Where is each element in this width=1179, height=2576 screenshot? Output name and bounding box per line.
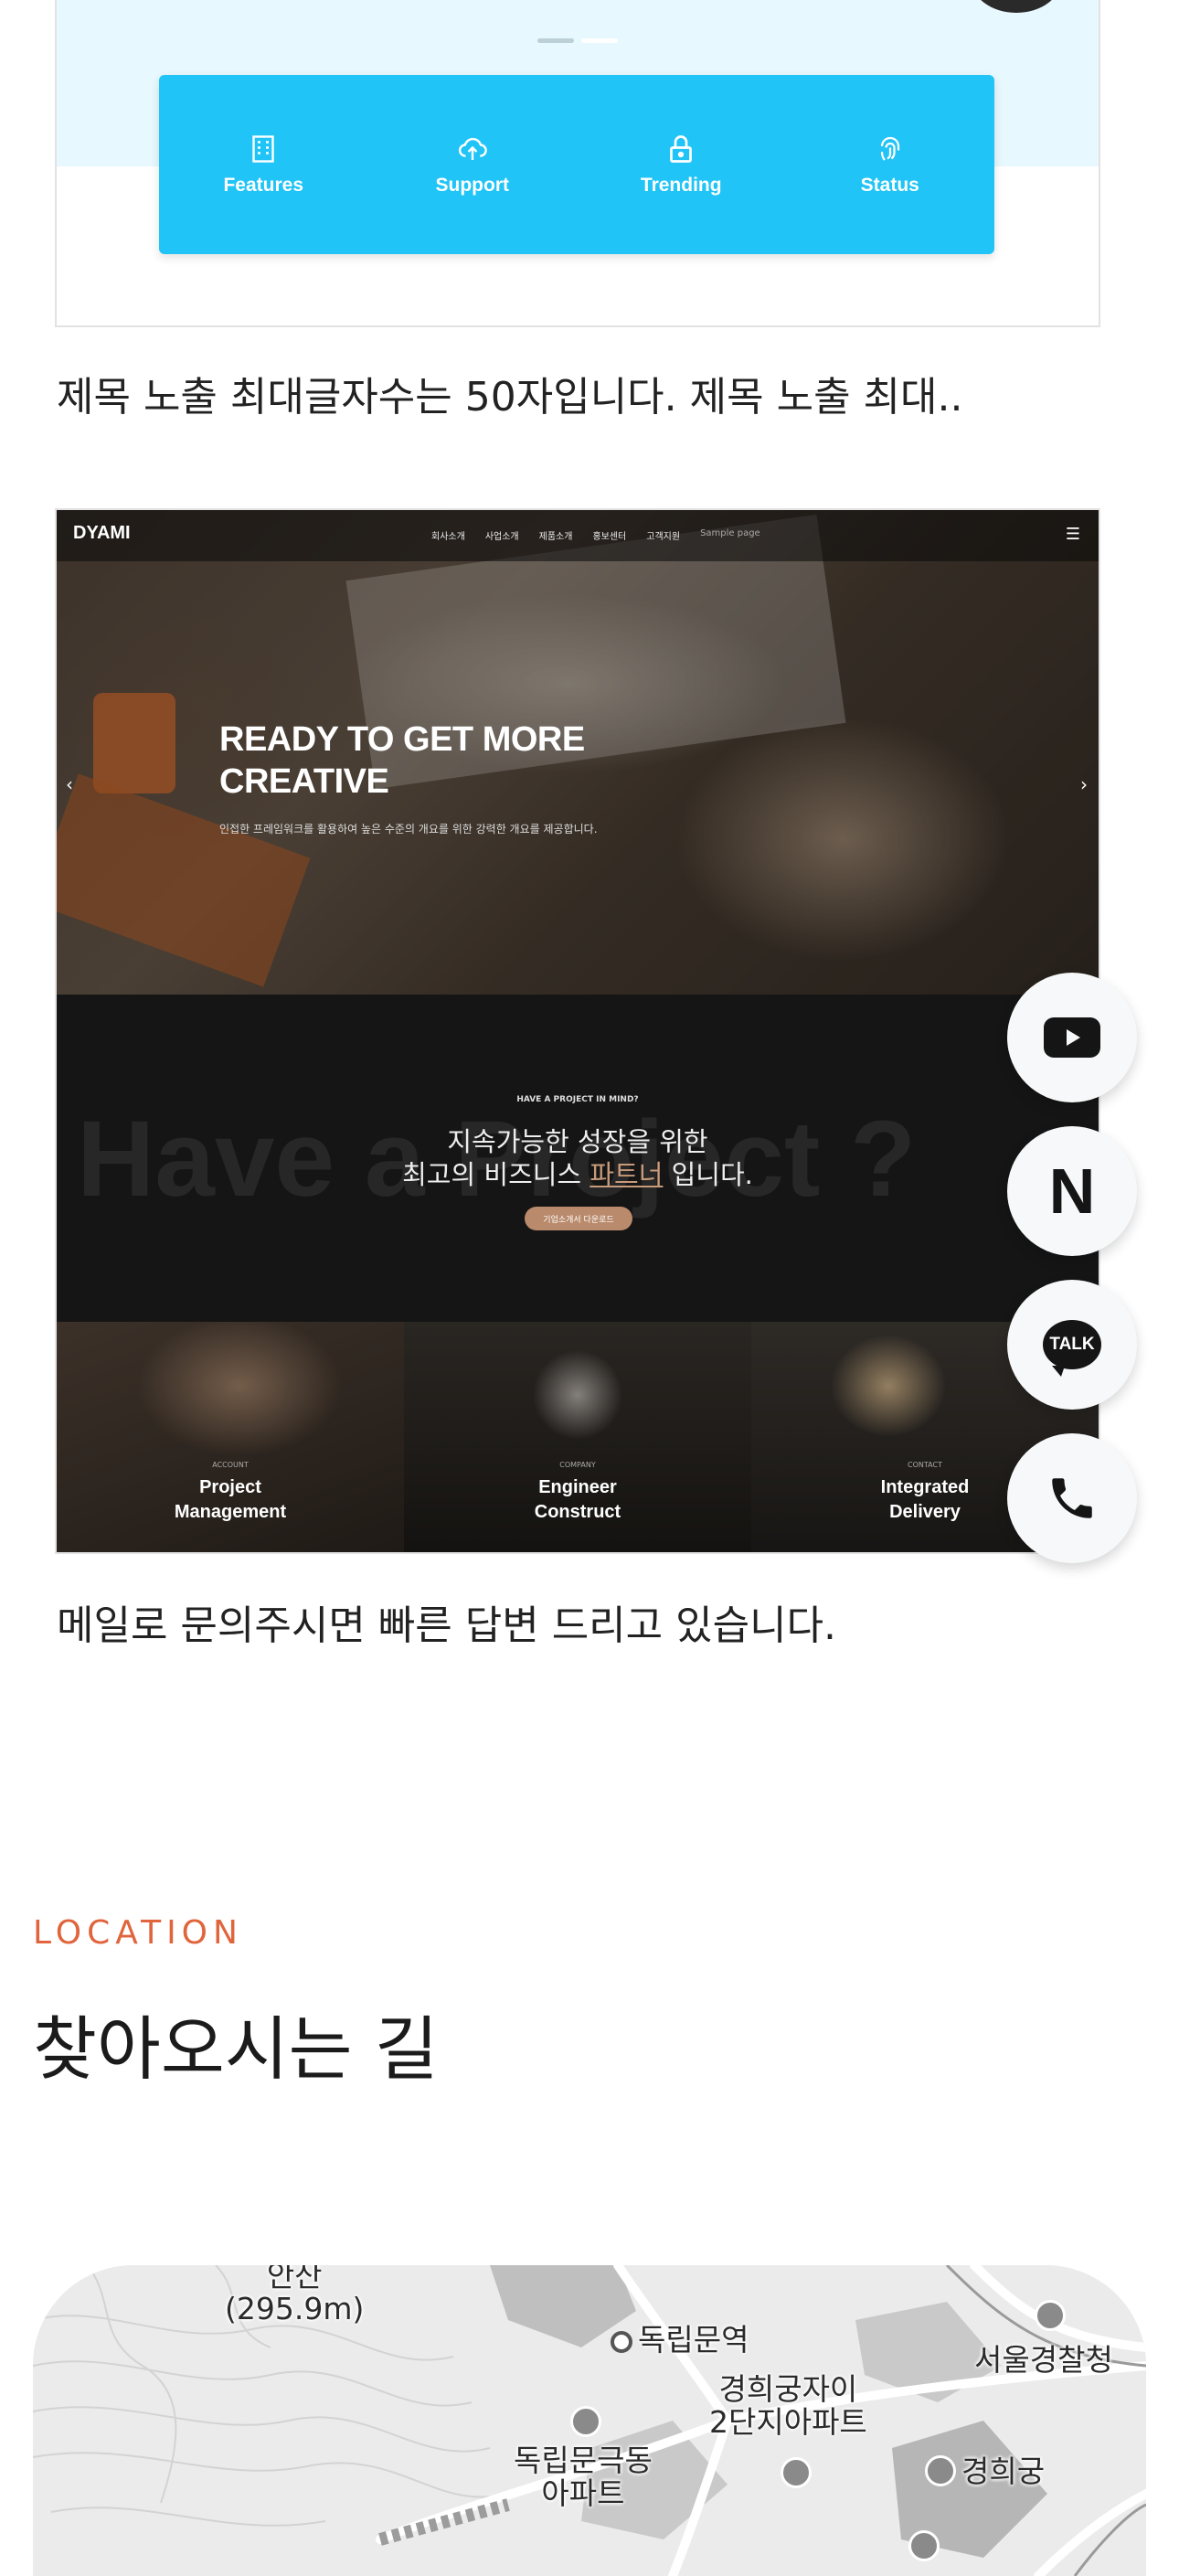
hero-title-line: READY TO GET MORE (219, 720, 585, 759)
map-label-mountain: 안산 (295.9m) (225, 2265, 365, 2326)
kakaotalk-icon: TALK (1043, 1320, 1101, 1377)
portfolio-caption-2[interactable]: 메일로 문의주시면 빠른 답변 드리고 있습니다. (57, 1592, 836, 1651)
chevron-right-icon: › (1080, 773, 1088, 795)
location-title: 찾아오시는 길 (33, 2008, 439, 2090)
portfolio-thumbnail-2[interactable]: DYAMI 회사소개 사업소개 제품소개 홍보센터 고객지원 Sample pa… (55, 508, 1100, 1554)
location-map[interactable]: 안산 (295.9m) 독립문역 경희궁자이 2단지아파트 서울경찰청 독립문극… (33, 2265, 1146, 2576)
preview-logo: DYAMI (73, 523, 131, 543)
lock-icon (670, 135, 693, 163)
building-pin-icon (781, 2457, 812, 2488)
building-pin-icon (570, 2406, 601, 2437)
portfolio-thumbnail-1[interactable]: Features Support Trending Status (55, 0, 1100, 327)
portfolio-caption-1[interactable]: 제목 노출 최대글자수는 50자입니다. 제목 노출 최대.. (57, 364, 962, 422)
preview-menu-item: 제품소개 (538, 532, 573, 542)
feature-label: Support (435, 175, 509, 196)
preview-menu-item: 고객지원 (646, 532, 681, 542)
hamburger-icon: ☰ (1065, 525, 1080, 544)
feature-label: Trending (640, 175, 722, 196)
service-tile: ACCOUNT Project Management (57, 1322, 404, 1552)
preview-service-tiles: ACCOUNT Project Management COMPANY Engine… (57, 1322, 1099, 1552)
police-pin-icon (1035, 2300, 1066, 2331)
preview-hero-subtitle: 인접한 프레임워크를 활용하여 높은 수준의 개요를 위한 강력한 개요를 제공… (219, 823, 598, 836)
cta-highlight: 파트너 (590, 1159, 664, 1190)
palace-pin-icon (925, 2455, 956, 2486)
fingerprint-icon (880, 136, 899, 161)
building-icon (252, 135, 274, 163)
phone-button[interactable] (1007, 1433, 1137, 1563)
feature-item-status: Status (786, 75, 995, 254)
preview-menu-item: Sample page (700, 528, 760, 538)
feature-label: Status (860, 175, 919, 196)
location-eyebrow: LOCATION (33, 1914, 243, 1952)
map-label-palace: 경희궁 (961, 2454, 1046, 2489)
cloud-upload-icon (458, 137, 487, 160)
feature-item-features: Features (159, 75, 368, 254)
feature-item-trending: Trending (577, 75, 786, 254)
building-pin-icon (908, 2530, 940, 2561)
cta-eyebrow: HAVE A PROJECT IN MIND? (516, 1095, 639, 1104)
slider-dots (537, 29, 625, 47)
service-tile: COMPANY Engineer Construct (404, 1322, 751, 1552)
preview-menu: 회사소개 사업소개 제품소개 홍보센터 고객지원 Sample page (431, 528, 760, 542)
hero-title-line: CREATIVE (219, 762, 389, 801)
tile-title: Engineer Construct (534, 1477, 621, 1522)
kakaotalk-button[interactable]: TALK (1007, 1280, 1137, 1410)
tile-eyebrow: ACCOUNT (212, 1461, 249, 1469)
feature-label: Features (223, 175, 304, 196)
preview-hero-title: READY TO GET MORE CREATIVE (219, 719, 585, 803)
map-label-apartment-2: 독립문극동 아파트 (514, 2443, 653, 2511)
phone-icon (1052, 1478, 1092, 1518)
preview-menu-item: 홍보센터 (592, 532, 627, 542)
cta-headline-2: 최고의 비즈니스 파트너 입니다. (402, 1159, 753, 1190)
map-label-station: 독립문역 (638, 2322, 749, 2358)
feature-item-support: Support (368, 75, 578, 254)
cta-download-button: 기업소개서 다운로드 (525, 1207, 632, 1230)
preview-hero: DYAMI 회사소개 사업소개 제품소개 홍보센터 고객지원 Sample pa… (57, 510, 1099, 995)
chevron-left-icon: ‹ (66, 773, 73, 795)
preview-menu-item: 회사소개 (431, 532, 465, 542)
youtube-button[interactable] (1007, 973, 1137, 1102)
map-label-apartment-1: 경희궁자이 2단지아파트 (709, 2371, 867, 2440)
feature-bar: Features Support Trending Status (159, 75, 994, 254)
map-label-police: 서울경찰청 (974, 2342, 1113, 2378)
youtube-icon (1044, 1017, 1100, 1058)
naver-icon: N (1048, 1155, 1096, 1227)
naver-button[interactable]: N (1007, 1126, 1137, 1256)
tile-eyebrow: COMPANY (559, 1461, 596, 1469)
tile-title: Project Management (174, 1477, 287, 1522)
subway-station-icon (611, 2331, 632, 2353)
preview-menu-item: 사업소개 (484, 532, 519, 542)
preview-nav: DYAMI 회사소개 사업소개 제품소개 홍보센터 고객지원 Sample pa… (57, 510, 1099, 561)
preview-cta-section: Have a Project ? HAVE A PROJECT IN MIND?… (57, 995, 1099, 1324)
